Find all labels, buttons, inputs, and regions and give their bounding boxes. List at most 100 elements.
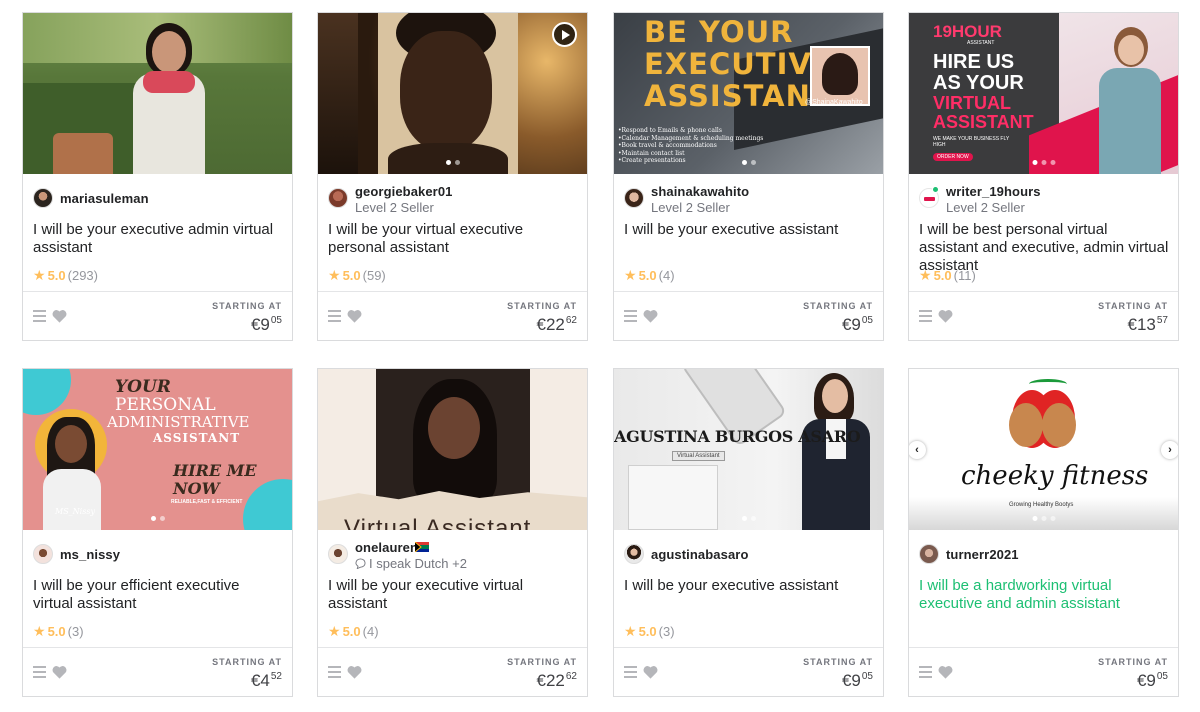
carousel-dot[interactable] [1041,516,1046,521]
gig-title[interactable]: I will be your executive admin virtual a… [33,221,283,257]
carousel-dot[interactable] [445,160,451,165]
seller-name[interactable]: georgiebaker01 [355,184,453,199]
gig-card[interactable]: georgiebaker01 Level 2 Seller I will be … [317,12,588,341]
price-main: €9 [1136,671,1156,690]
carousel-dot[interactable] [1050,516,1055,521]
collections-menu-icon[interactable] [624,310,637,322]
gig-card[interactable]: 19HOUR ASSISTANT HIRE US AS YOUR VIRTUAL… [908,12,1179,341]
carousel-dot[interactable] [454,160,460,165]
gig-thumbnail[interactable]: cheeky fitness Growing Healthy Bootys ‹ … [909,369,1178,530]
gig-price[interactable]: €905 [842,315,873,335]
gig-card[interactable]: Virtual Assistant onelauren I speak Dutc… [317,368,588,697]
gig-rating: ★ 5.0 (4) [328,624,379,639]
price-cents: 05 [861,315,873,326]
gig-title[interactable]: I will be your efficient executive virtu… [33,577,283,613]
seller-name[interactable]: ms_nissy [60,547,120,562]
collections-menu-icon[interactable] [919,666,932,678]
carousel-dot[interactable] [1050,160,1055,165]
gig-thumbnail[interactable] [23,13,292,174]
gig-card[interactable]: BE YOUR EXECUTIVE ASSISTANT @ShainaKawah… [613,12,884,341]
gig-thumbnail[interactable] [318,13,587,174]
gig-thumbnail[interactable]: Virtual Assistant [318,369,587,530]
price-main: €9 [841,315,861,334]
carousel-dot[interactable] [750,516,756,521]
carousel-dots [1032,160,1055,165]
seller-avatar[interactable] [328,544,348,564]
gig-price[interactable]: €452 [251,671,282,691]
gig-price[interactable]: €2262 [537,315,578,335]
seller-name[interactable]: writer_19hours [946,184,1041,199]
gig-title[interactable]: I will be your executive assistant [624,221,874,239]
carousel-dot[interactable] [750,160,756,165]
thumb-handle: @ShainaKawahito [805,99,863,106]
seller-name[interactable]: turnerr2021 [946,547,1019,562]
price-main: €22 [536,671,565,690]
collections-menu-icon[interactable] [624,666,637,678]
heart-icon[interactable] [938,665,953,679]
gig-thumbnail[interactable]: AGUSTINA BURGOS ASARO Virtual Assistant [614,369,883,530]
gig-thumbnail[interactable]: 19HOUR ASSISTANT HIRE US AS YOUR VIRTUAL… [909,13,1178,174]
thumb-line: ASSISTANT [933,112,1034,132]
heart-icon[interactable] [52,665,67,679]
gig-card[interactable]: AGUSTINA BURGOS ASARO Virtual Assistant … [613,368,884,697]
collections-menu-icon[interactable] [919,310,932,322]
seller-name[interactable]: onelauren [355,540,418,555]
gig-price[interactable]: €905 [251,315,282,335]
collections-menu-icon[interactable] [328,666,341,678]
seller-name[interactable]: shainakawahito [651,184,749,199]
gig-title[interactable]: I will be your executive virtual assista… [328,577,578,613]
thumb-headline: ASSISTANT [644,79,832,113]
gig-thumbnail[interactable]: YOUR PERSONAL ADMINISTRATIVE ASSISTANT H… [23,369,292,530]
gig-card[interactable]: cheeky fitness Growing Healthy Bootys ‹ … [908,368,1179,697]
carousel-next-arrow[interactable]: › [1161,441,1178,459]
gig-price[interactable]: €2262 [537,671,578,691]
seller-avatar[interactable] [328,188,348,208]
heart-icon[interactable] [643,665,658,679]
heart-icon[interactable] [52,309,67,323]
seller-name[interactable]: mariasuleman [60,191,149,206]
gig-price[interactable]: €905 [842,671,873,691]
seller-name[interactable]: agustinabasaro [651,547,748,562]
carousel-dot[interactable] [1032,516,1037,521]
collections-menu-icon[interactable] [33,310,46,322]
gig-title[interactable]: I will be your executive assistant [624,577,874,595]
gig-title[interactable]: I will be a hardworking virtual executiv… [919,577,1169,613]
heart-icon[interactable] [938,309,953,323]
collections-menu-icon[interactable] [33,666,46,678]
star-icon: ★ [624,623,637,639]
seller-avatar[interactable] [33,544,53,564]
gig-card[interactable]: mariasuleman I will be your executive ad… [22,12,293,341]
seller-info: georgiebaker01 Level 2 Seller [328,184,578,215]
carousel-prev-arrow[interactable]: ‹ [909,441,926,459]
starting-at-label: STARTING AT [1098,657,1168,667]
carousel-dot[interactable] [1041,160,1046,165]
carousel-dot[interactable] [1032,160,1037,165]
seller-avatar[interactable] [624,544,644,564]
gig-footer: STARTING AT €905 [23,291,292,340]
seller-avatar[interactable] [33,188,53,208]
seller-info: writer_19hours Level 2 Seller [919,184,1169,215]
carousel-dot[interactable] [741,516,747,521]
play-video-icon[interactable] [552,22,577,47]
collections-menu-icon[interactable] [328,310,341,322]
review-count: (59) [362,268,386,283]
seller-info: mariasuleman [33,185,283,215]
gig-thumbnail[interactable]: BE YOUR EXECUTIVE ASSISTANT @ShainaKawah… [614,13,883,174]
heart-icon[interactable] [643,309,658,323]
seller-avatar[interactable] [624,188,644,208]
thumb-signature: MS_Nissy [55,507,95,516]
heart-icon[interactable] [347,309,362,323]
thumb-cta: ORDER NOW [933,153,973,161]
carousel-dot[interactable] [159,516,165,521]
carousel-dot[interactable] [150,516,156,521]
gig-footer: STARTING AT €1357 [909,291,1178,340]
gig-card[interactable]: YOUR PERSONAL ADMINISTRATIVE ASSISTANT H… [22,368,293,697]
gig-rating: ★ 5.0 (11) [919,268,976,283]
gig-title[interactable]: I will be best personal virtual assistan… [919,221,1169,275]
gig-price[interactable]: €905 [1137,671,1168,691]
gig-price[interactable]: €1357 [1128,315,1169,335]
heart-icon[interactable] [347,665,362,679]
carousel-dot[interactable] [741,160,747,165]
seller-avatar[interactable] [919,544,939,564]
gig-title[interactable]: I will be your virtual executive persona… [328,221,578,257]
